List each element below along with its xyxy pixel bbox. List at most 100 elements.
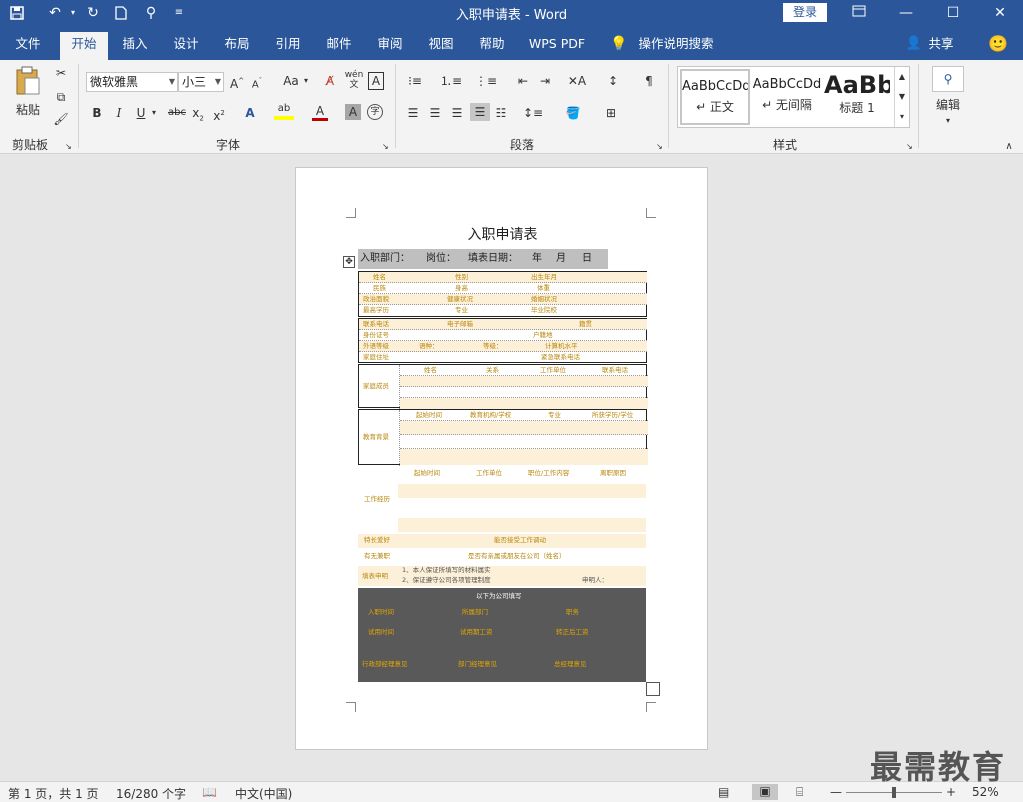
style-normal[interactable]: AaBbCcDd ↵ 正文 [680,69,750,125]
cut-icon[interactable]: ✂ [52,64,70,82]
font-launcher-icon[interactable]: ↘ [382,138,389,156]
read-mode-icon[interactable]: ▤ [718,785,729,799]
enclose-characters-icon[interactable]: 字 [367,104,383,120]
tab-references[interactable]: 引用 [266,32,310,60]
table-resize-handle[interactable] [646,682,660,696]
cell-relatives[interactable]: 是否有亲属或朋友在公司（姓名） [468,551,566,562]
decrease-indent-icon[interactable]: ⇤ [514,72,532,90]
table-row[interactable] [400,376,648,387]
cell-language[interactable]: 语种： [419,341,439,352]
style-no-spacing[interactable]: AaBbCcDd ↵ 无间隔 [752,69,822,125]
cell-part-time[interactable]: 有无兼职 [364,551,390,562]
highlight-color-icon[interactable]: ab [274,102,294,120]
text-effects-icon[interactable]: A [242,104,258,122]
language[interactable]: 中文(中国) [235,785,292,802]
style-heading-1[interactable]: AaBb 标题 1 [824,69,890,125]
format-painter-icon[interactable]: 🖌 [52,110,70,128]
paste-button[interactable]: 粘贴 [10,66,46,126]
change-case-button[interactable]: Aa [280,72,302,90]
document-page[interactable]: 入职申请表 ✥ 入职部门： 岗位： 填表日期： 年 月 日 姓名 性别 出生年月… [295,167,708,750]
cell-phone[interactable]: 联系电话 [363,319,389,330]
cell-school[interactable]: 毕业院校 [531,305,557,316]
word-count[interactable]: 16/280 个字 [116,785,186,802]
tab-help[interactable]: 帮助 [470,32,514,60]
bullets-icon[interactable]: ⁝≡ [404,72,426,90]
tab-view[interactable]: 视图 [419,32,463,60]
ribbon-display-options-icon[interactable] [836,0,882,26]
cell-computer[interactable]: 计算机水平 [545,341,578,352]
character-border-icon[interactable]: A [368,72,384,90]
page-info[interactable]: 第 1 页，共 1 页 [8,785,99,802]
cell-address[interactable]: 家庭住址 [363,352,389,363]
table-row[interactable] [398,518,646,532]
minimize-icon[interactable]: — [883,0,929,26]
cell-weight[interactable]: 体重 [537,283,550,294]
zoom-slider-thumb[interactable] [892,787,896,798]
close-icon[interactable]: ✕ [977,0,1023,26]
share-button[interactable]: 共享 [924,32,958,60]
table-row[interactable] [400,398,648,409]
zoom-out-icon[interactable]: — [830,785,842,799]
tell-me-search[interactable]: 操作说明搜索 [634,32,718,60]
cell-id[interactable]: 身份证号 [363,330,389,341]
table-row[interactable] [398,484,646,498]
login-button[interactable]: 登录 [783,3,827,22]
align-center-icon[interactable]: ☰ [426,104,444,122]
cell-political[interactable]: 政治面貌 [363,294,389,305]
proofing-icon[interactable]: 📖 [202,785,217,799]
tab-review[interactable]: 审阅 [368,32,412,60]
table-row[interactable] [400,387,648,398]
cell-probation-salary[interactable]: 试用期工资 [460,626,493,636]
chevron-down-icon[interactable]: ▾ [302,72,310,90]
cell-education[interactable]: 最高学历 [363,305,389,316]
subscript-icon[interactable]: x2 [191,104,205,127]
copy-icon[interactable]: ⧉ [52,88,70,106]
print-layout-icon[interactable]: ▣ [752,784,778,800]
justify-icon[interactable]: ☰ [470,103,490,121]
distributed-icon[interactable]: ☷ [492,104,510,122]
table-row[interactable] [400,449,648,465]
tab-insert[interactable]: 插入 [113,32,157,60]
cell-department[interactable]: 所属部门 [462,606,488,616]
chevron-down-icon[interactable]: ▾ [150,104,158,122]
styles-scroll-arrows[interactable]: ▲ ▼ ▾ [894,67,909,127]
font-color-icon[interactable]: A [312,104,328,121]
cell-email[interactable]: 电子邮箱 [447,319,473,330]
font-name-combo[interactable]: 微软雅黑 ▼ [86,72,178,92]
clear-formatting-icon[interactable]: A̸ [322,72,338,90]
cell-regular-salary[interactable]: 转正后工资 [556,626,589,636]
phonetic-guide-icon[interactable]: wén 文 [344,70,364,90]
cell-relocation[interactable]: 能否接受工作调动 [494,535,546,546]
cell-major[interactable]: 专业 [455,305,468,316]
tab-mailings[interactable]: 邮件 [317,32,361,60]
web-layout-icon[interactable]: ⌸ [796,785,803,800]
cell-start-date[interactable]: 入职时间 [368,606,394,616]
chevron-down-icon[interactable]: ▾ [943,112,953,130]
tab-file[interactable]: 文件 [5,32,51,60]
cell-admin-opinion[interactable]: 行政部经理意见 [362,658,408,668]
table-row[interactable] [398,500,646,514]
align-left-icon[interactable]: ☰ [404,104,422,122]
cell-birth[interactable]: 出生年月 [531,272,557,283]
table-row[interactable] [400,435,648,449]
show-marks-icon[interactable]: ¶ [640,72,658,90]
cell-level[interactable]: 等级： [483,341,503,352]
chinese-layout-icon[interactable]: ✕A [566,72,588,90]
tab-wps-pdf[interactable]: WPS PDF [522,32,592,60]
font-size-combo[interactable]: 小三 ▼ [178,72,224,92]
tab-design[interactable]: 设计 [164,32,208,60]
cell-ethnicity[interactable]: 民族 [373,283,386,294]
superscript-icon[interactable]: x2 [212,104,226,125]
shrink-font-icon[interactable]: Aˇ [250,72,264,94]
line-spacing-icon[interactable]: ↕≡ [522,104,544,122]
table-row[interactable] [400,421,648,435]
grow-font-icon[interactable]: A^ [230,72,244,93]
cell-height[interactable]: 身高 [455,283,468,294]
cell-emergency[interactable]: 紧急联系电话 [541,352,580,363]
increase-indent-icon[interactable]: ⇥ [536,72,554,90]
tab-home[interactable]: 开始 [60,32,108,60]
collapse-ribbon-icon[interactable]: ∧ [1002,138,1016,156]
cell-name[interactable]: 姓名 [373,272,386,283]
borders-icon[interactable]: ⊞ [600,104,622,122]
strikethrough-icon[interactable]: abc [166,104,188,122]
